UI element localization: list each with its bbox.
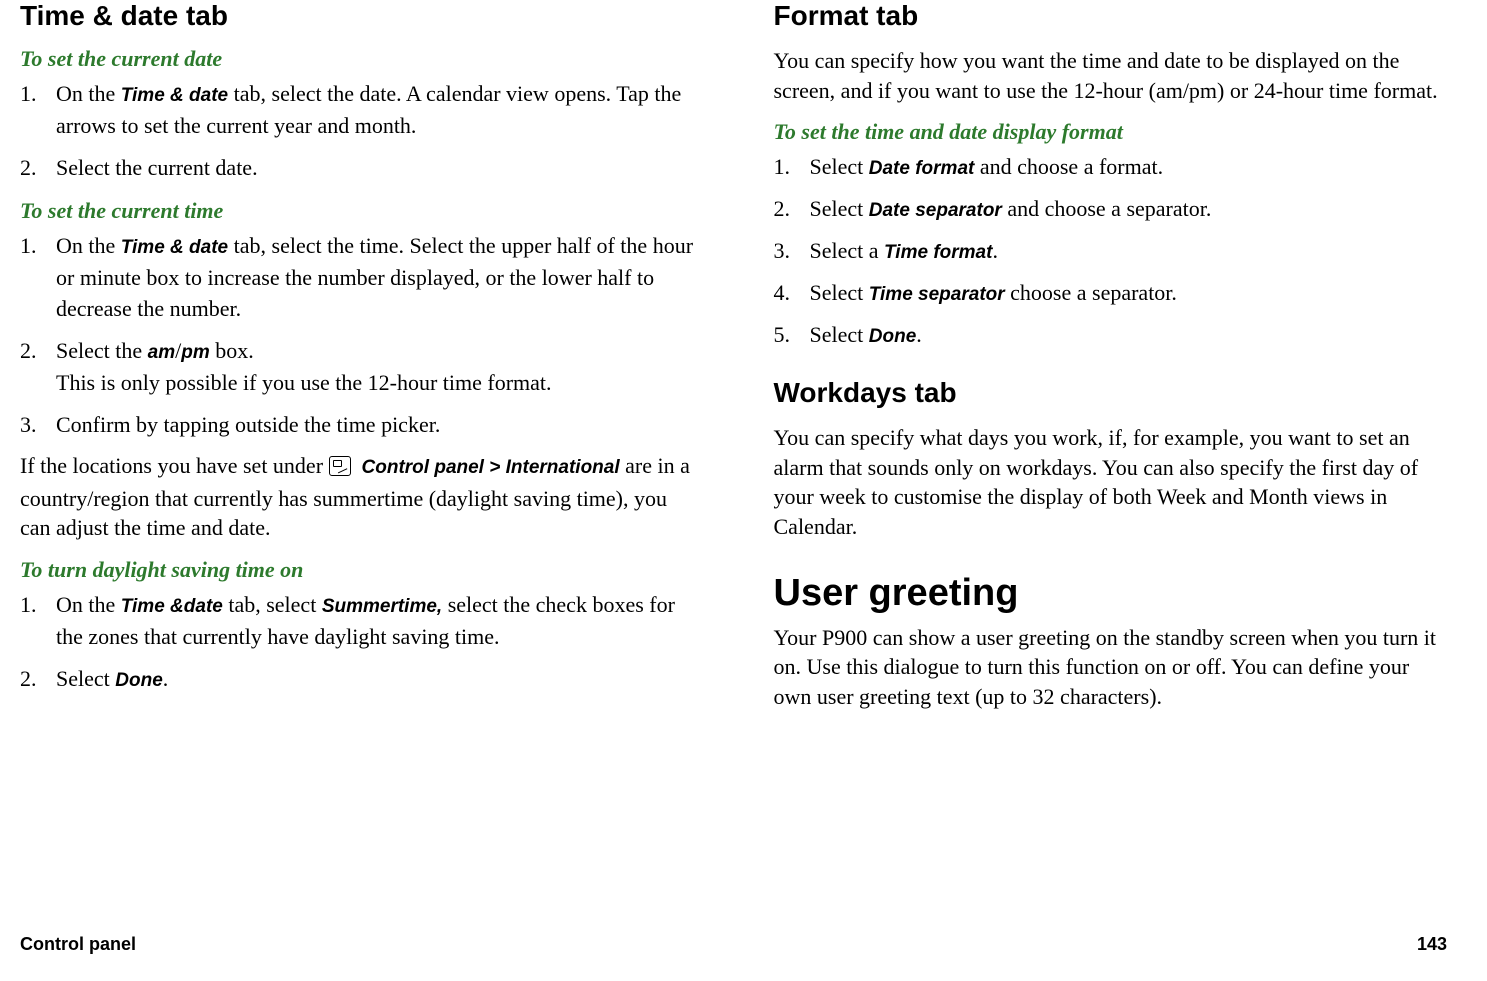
step-text: and choose a separator. — [1002, 196, 1212, 221]
list-item: On the Time & date tab, select the date.… — [20, 78, 694, 142]
task-heading-set-current-date: To set the current date — [20, 46, 694, 72]
step-text: box. — [210, 338, 254, 363]
step-text: Select the current date. — [56, 155, 258, 180]
footer-section-name: Control panel — [20, 934, 136, 955]
heading-workdays-tab: Workdays tab — [774, 377, 1448, 409]
step-text: On the — [56, 81, 121, 106]
heading-time-date-tab: Time & date tab — [20, 0, 694, 32]
ui-label-time-date: Time & date — [121, 85, 228, 106]
list-item: Select Time separator choose a separator… — [774, 277, 1448, 309]
list-item: Select the current date. — [20, 152, 694, 184]
ui-label-control-panel-international: Control panel > International — [362, 457, 620, 478]
ui-label-time-format: Time format — [884, 242, 992, 263]
step-text: Select — [56, 666, 115, 691]
heading-format-tab: Format tab — [774, 0, 1448, 32]
ui-label-date-separator: Date separator — [869, 200, 1002, 221]
list-item: Select the am/pm box. This is only possi… — [20, 335, 694, 399]
step-text: Select the — [56, 338, 148, 363]
step-text: and choose a format. — [974, 154, 1163, 179]
step-text: tab, select — [223, 592, 322, 617]
steps-set-current-date: On the Time & date tab, select the date.… — [20, 78, 694, 184]
ui-label-time-separator: Time separator — [869, 284, 1005, 305]
para-text: If the locations you have set under — [20, 453, 329, 478]
control-panel-icon — [329, 454, 351, 484]
steps-set-current-time: On the Time & date tab, select the time.… — [20, 230, 694, 441]
step-note: This is only possible if you use the 12-… — [56, 370, 552, 395]
ui-label-time-date: Time &date — [121, 596, 223, 617]
footer-page-number: 143 — [1417, 934, 1447, 955]
step-text: . — [916, 322, 922, 347]
list-item: Select Date format and choose a format. — [774, 151, 1448, 183]
ui-label-time-date: Time & date — [121, 237, 228, 258]
task-heading-dst-on: To turn daylight saving time on — [20, 557, 694, 583]
list-item: Select Date separator and choose a separ… — [774, 193, 1448, 225]
step-text: Select a — [810, 238, 885, 263]
task-heading-set-current-time: To set the current time — [20, 198, 694, 224]
format-intro-paragraph: You can specify how you want the time an… — [774, 46, 1448, 105]
step-text: Select — [810, 280, 869, 305]
workdays-paragraph: You can specify what days you work, if, … — [774, 423, 1448, 542]
steps-set-display-format: Select Date format and choose a format. … — [774, 151, 1448, 350]
list-item: Select Done. — [20, 663, 694, 695]
step-text: On the — [56, 233, 121, 258]
step-text: choose a separator. — [1005, 280, 1177, 305]
step-text: Confirm by tapping outside the time pick… — [56, 412, 440, 437]
ui-label-done: Done — [115, 670, 163, 691]
ui-label-date-format: Date format — [869, 158, 975, 179]
list-item: On the Time &date tab, select Summertime… — [20, 589, 694, 653]
ui-label-pm: pm — [181, 342, 210, 363]
dst-paragraph: If the locations you have set under Cont… — [20, 451, 694, 543]
task-heading-set-display-format: To set the time and date display format — [774, 119, 1448, 145]
step-text: Select — [810, 196, 869, 221]
ui-label-am: am — [148, 342, 175, 363]
step-text: Select — [810, 322, 869, 347]
step-text: Select — [810, 154, 869, 179]
steps-dst: On the Time &date tab, select Summertime… — [20, 589, 694, 695]
step-text: . — [163, 666, 169, 691]
ui-label-summertime: Summertime, — [322, 596, 442, 617]
heading-user-greeting: User greeting — [774, 572, 1448, 615]
ui-label-done: Done — [869, 326, 917, 347]
step-text: . — [992, 238, 998, 263]
list-item: Select Done. — [774, 319, 1448, 351]
list-item: Select a Time format. — [774, 235, 1448, 267]
step-text: On the — [56, 592, 121, 617]
list-item: Confirm by tapping outside the time pick… — [20, 409, 694, 441]
user-greeting-paragraph: Your P900 can show a user greeting on th… — [774, 623, 1448, 712]
list-item: On the Time & date tab, select the time.… — [20, 230, 694, 326]
